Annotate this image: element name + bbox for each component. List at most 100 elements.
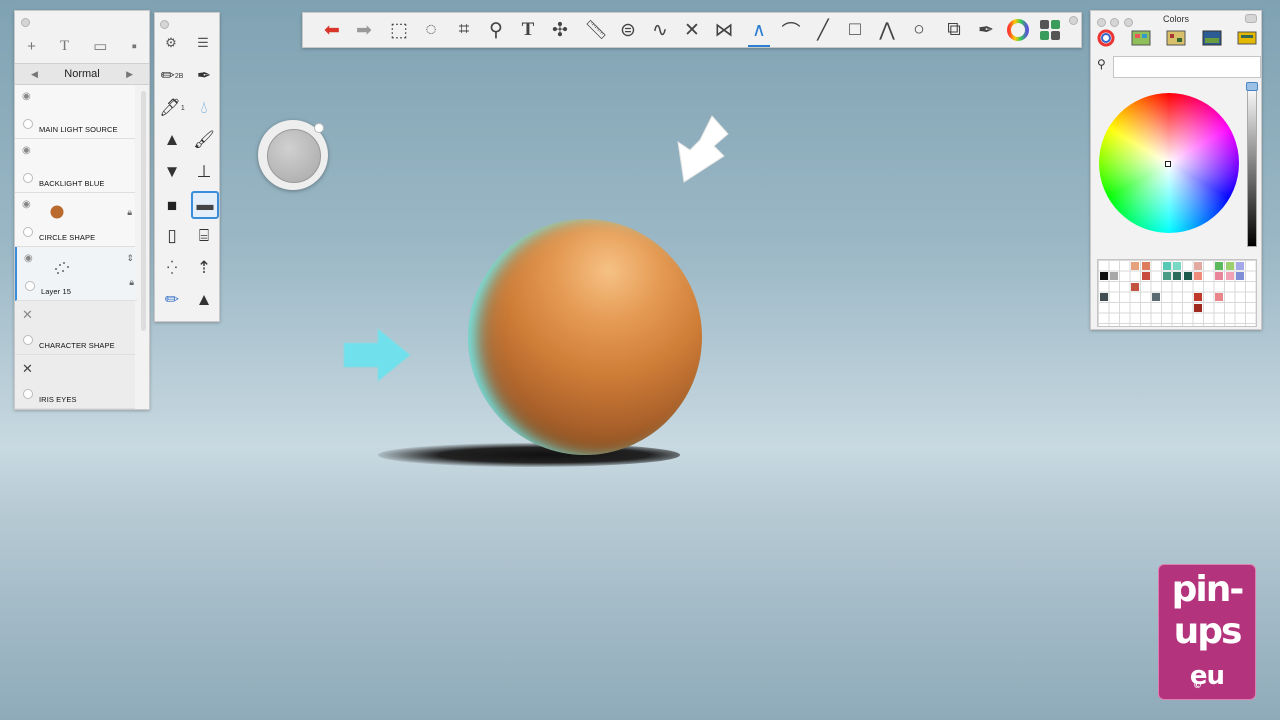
undo-icon[interactable]: ⬅ [319, 17, 345, 43]
color-swatch[interactable] [1141, 272, 1150, 280]
chisel-icon[interactable]: ▼ [159, 159, 185, 185]
lock-icon[interactable]: ▪ [132, 38, 137, 55]
toolbar-close-dot[interactable] [1069, 16, 1078, 25]
layer-15[interactable]: ◉ Layer 15 ⇕ 🔒︎ [15, 247, 137, 301]
spatter-icon[interactable]: ⁛ [159, 255, 185, 281]
layer-radio[interactable] [23, 173, 33, 183]
layer-radio[interactable] [23, 119, 33, 129]
french-curve-icon[interactable]: ∿ [647, 17, 673, 43]
layer-character-shape[interactable]: ✕ CHARACTER SHAPE [15, 301, 135, 355]
color-wheel-icon[interactable] [1005, 17, 1031, 43]
ellipse-icon[interactable]: ○ [906, 17, 932, 43]
opacity-slider-icon[interactable]: ⇕ [126, 253, 134, 264]
color-swatch[interactable] [1194, 272, 1202, 280]
color-swatch[interactable] [1110, 272, 1118, 280]
brushes-icon[interactable]: ✒ [973, 17, 999, 43]
color-swatch[interactable] [1183, 272, 1192, 280]
color-swatch[interactable] [1194, 261, 1202, 270]
layer-iris-eyes[interactable]: ✕ IRIS EYES [15, 355, 135, 409]
collapse-button[interactable] [1245, 14, 1257, 23]
polyline-icon[interactable]: ⋀ [874, 17, 900, 43]
color-swatch[interactable] [1099, 293, 1108, 301]
add-layer-icon[interactable]: + [27, 38, 36, 55]
image-layer-icon[interactable]: ▭ [93, 37, 107, 55]
stroke-icon[interactable]: ∧ [746, 17, 772, 47]
lock-icon[interactable]: 🔒︎ [127, 207, 132, 218]
paint-bucket-icon[interactable]: ▯ [159, 223, 185, 249]
text-icon[interactable]: T [515, 17, 541, 43]
blend-mode-selector[interactable]: ◀ Normal ▶ [15, 63, 149, 85]
layers-icon[interactable]: ⧉ [941, 17, 967, 43]
color-swatch[interactable] [1099, 272, 1108, 280]
gradient-fill-icon[interactable]: ▬ [191, 191, 219, 219]
color-picker-icon[interactable] [1202, 29, 1222, 51]
color-swatch[interactable] [1194, 293, 1202, 301]
color-swatch[interactable] [1141, 261, 1150, 270]
ruler-icon[interactable]: 📏︎ [583, 17, 609, 43]
pencil-icon[interactable]: ✏ 2B [159, 63, 185, 89]
color-wheel-marker[interactable] [1165, 161, 1171, 167]
color-swatch[interactable] [1131, 261, 1139, 270]
ellipse-guide-icon[interactable]: ⊜ [615, 17, 641, 43]
eye-icon[interactable]: ◉ [22, 145, 31, 156]
chevron-left-icon[interactable]: ◀ [31, 64, 38, 84]
puck-control-dot[interactable] [314, 123, 324, 133]
layer-radio[interactable] [23, 335, 33, 345]
color-swatch[interactable] [1225, 261, 1234, 270]
pen-icon[interactable]: ✒ [191, 63, 217, 89]
transparent-bucket-icon[interactable]: ⌸ [191, 223, 217, 249]
color-swatch[interactable] [1215, 261, 1223, 270]
color-swatch[interactable] [1215, 272, 1223, 280]
text-layer-icon[interactable]: T [60, 38, 69, 55]
color-sets-icon[interactable] [1166, 29, 1186, 51]
hidden-eye-icon[interactable]: ✕ [22, 307, 33, 323]
color-swatch[interactable] [1162, 261, 1171, 270]
color-swatch-grid[interactable] [1097, 259, 1257, 327]
color-swatch[interactable] [1236, 261, 1244, 270]
perspective-icon[interactable]: ⋈ [711, 17, 737, 43]
close-dot[interactable] [21, 18, 30, 27]
brush-settings-icon[interactable]: ⚙ [165, 35, 177, 51]
layer-circle-shape[interactable]: ◉ CIRCLE SHAPE 🔒︎ [15, 193, 135, 247]
eye-icon[interactable]: ◉ [22, 199, 31, 210]
ballpoint-icon[interactable]: 🖊︎ 1 [159, 95, 185, 121]
zoom-icon[interactable]: ⚲ [483, 17, 509, 43]
brush-puck[interactable] [258, 120, 328, 190]
brush-color-preview[interactable] [267, 129, 321, 183]
copic-icon[interactable] [1037, 17, 1063, 43]
brightness-slider-knob[interactable] [1246, 82, 1258, 91]
transform-icon[interactable]: ✣ [547, 17, 573, 43]
color-swatch[interactable] [1152, 293, 1160, 301]
chevron-right-icon[interactable]: ▶ [126, 64, 133, 84]
redo-icon[interactable]: ➡ [351, 17, 377, 43]
layer-radio[interactable] [23, 389, 33, 399]
marker-icon[interactable]: ▲ [159, 127, 185, 153]
eraser-icon[interactable]: ▲ [191, 287, 217, 313]
layer-radio[interactable] [23, 227, 33, 237]
water-drop-icon[interactable]: 💧︎ [191, 95, 217, 121]
smudge-icon[interactable]: ⇡ [191, 255, 217, 281]
layer-backlight-blue[interactable]: ◉ BACKLIGHT BLUE [15, 139, 135, 193]
layers-scrollbar[interactable] [141, 91, 146, 331]
color-swatch[interactable] [1194, 303, 1202, 312]
crop-icon[interactable]: ⌗ [451, 17, 477, 43]
color-swatch[interactable] [1225, 272, 1234, 280]
paint-brush-icon[interactable]: 🖌︎ [191, 127, 217, 153]
brightness-slider[interactable] [1246, 82, 1258, 247]
airbrush-icon[interactable]: ⊥ [191, 159, 217, 185]
color-wheel[interactable] [1099, 93, 1239, 233]
color-swatch[interactable] [1131, 282, 1139, 291]
layer-radio[interactable] [25, 281, 35, 291]
blue-pencil-icon[interactable]: ✏ [159, 287, 185, 313]
color-wheel-tab-icon[interactable] [1097, 29, 1115, 51]
color-swatch[interactable] [1236, 272, 1244, 280]
symmetry-icon[interactable]: ✕ [679, 17, 705, 43]
hidden-eye-icon[interactable]: ✕ [22, 361, 33, 377]
eye-icon[interactable]: ◉ [24, 253, 33, 264]
lock-icon[interactable]: 🔒︎ [129, 277, 134, 288]
color-swatch[interactable] [1162, 272, 1171, 280]
eye-icon[interactable]: ◉ [22, 91, 31, 102]
rectangle-icon[interactable]: □ [842, 17, 868, 43]
close-dot[interactable] [160, 20, 169, 29]
color-swatch[interactable] [1215, 293, 1223, 301]
